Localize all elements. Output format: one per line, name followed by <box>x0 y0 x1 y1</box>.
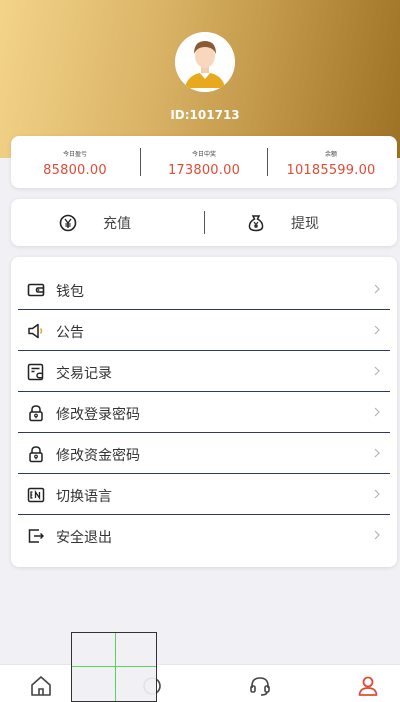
divider <box>204 211 205 234</box>
yuan-circle-icon <box>59 214 77 232</box>
avatar-illustration <box>175 32 235 92</box>
menu-item-label: 修改资金密码 <box>56 448 140 464</box>
actions-card: 充值 提现 <box>11 199 397 246</box>
stat-today-profit: 今日盈亏 85800.00 <box>11 136 139 188</box>
tab-mine[interactable]: 我的 <box>318 665 400 702</box>
stat-balance: 余额 10185599.00 <box>267 136 395 188</box>
menu-card: 钱包 公告 交易记录 修改登录密码 修改资金密码 切换语言 安全退出 <box>11 257 397 567</box>
menu-item-switch-language[interactable]: 切换语言 <box>18 474 390 515</box>
user-icon <box>358 676 378 696</box>
menu-item-label: 安全退出 <box>56 530 112 546</box>
menu-item-label: 交易记录 <box>56 366 112 382</box>
crosshair-overlay <box>71 632 157 702</box>
menu-item-label: 钱包 <box>56 284 84 300</box>
lock-icon <box>29 405 43 422</box>
menu-item-transaction-record[interactable]: 交易记录 <box>18 351 390 392</box>
stat-value: 85800.00 <box>43 163 107 178</box>
menu-item-label: 切换语言 <box>56 489 112 505</box>
stat-label: 今日中奖 <box>191 151 216 158</box>
profile-page: ID:101713 今日盈亏 85800.00 今日中奖 173800.00 余… <box>0 0 400 702</box>
menu-item-label: 修改登录密码 <box>56 407 140 423</box>
crosshair-horizontal-line <box>72 666 156 667</box>
home-icon <box>31 676 51 696</box>
headset-icon <box>250 677 270 696</box>
menu-item-label: 公告 <box>56 325 84 341</box>
lock-icon <box>29 446 43 463</box>
money-bag-icon <box>247 214 265 232</box>
chevron-right-icon <box>374 407 380 417</box>
chevron-right-icon <box>374 489 380 499</box>
stat-today-winnings: 今日中奖 173800.00 <box>140 136 268 188</box>
bottom-tab-bar: 首页 客服 我的 <box>0 664 400 702</box>
chevron-right-icon <box>374 284 380 294</box>
chevron-right-icon <box>374 448 380 458</box>
withdraw-button[interactable]: 提现 <box>247 199 319 246</box>
stat-label: 今日盈亏 <box>62 151 87 158</box>
menu-item-announcement[interactable]: 公告 <box>18 310 390 351</box>
user-id: ID:101713 <box>170 108 240 122</box>
chevron-right-icon <box>374 366 380 376</box>
crosshair-vertical-line <box>115 633 116 701</box>
stat-value: 10185599.00 <box>286 163 376 178</box>
stat-value: 173800.00 <box>167 163 241 178</box>
megaphone-icon <box>28 323 43 339</box>
tab-customer-service[interactable]: 客服 <box>210 665 310 702</box>
chevron-right-icon <box>374 530 380 540</box>
wallet-icon <box>27 283 45 297</box>
withdraw-label: 提现 <box>291 215 319 232</box>
recharge-button[interactable]: 充值 <box>59 199 131 246</box>
recharge-label: 充值 <box>103 215 131 232</box>
menu-item-logout[interactable]: 安全退出 <box>18 515 390 556</box>
stats-card: 今日盈亏 85800.00 今日中奖 173800.00 余额 10185599… <box>11 136 397 188</box>
chevron-right-icon <box>374 325 380 335</box>
menu-item-change-fund-password[interactable]: 修改资金密码 <box>18 433 390 474</box>
menu-item-wallet[interactable]: 钱包 <box>18 269 390 310</box>
transaction-record-icon <box>27 363 44 381</box>
stat-label: 余额 <box>324 151 337 158</box>
language-en-icon <box>27 487 45 503</box>
profile-header: ID:101713 <box>0 0 400 158</box>
logout-icon <box>28 529 44 543</box>
menu-item-change-login-password[interactable]: 修改登录密码 <box>18 392 390 433</box>
avatar[interactable] <box>175 32 235 92</box>
